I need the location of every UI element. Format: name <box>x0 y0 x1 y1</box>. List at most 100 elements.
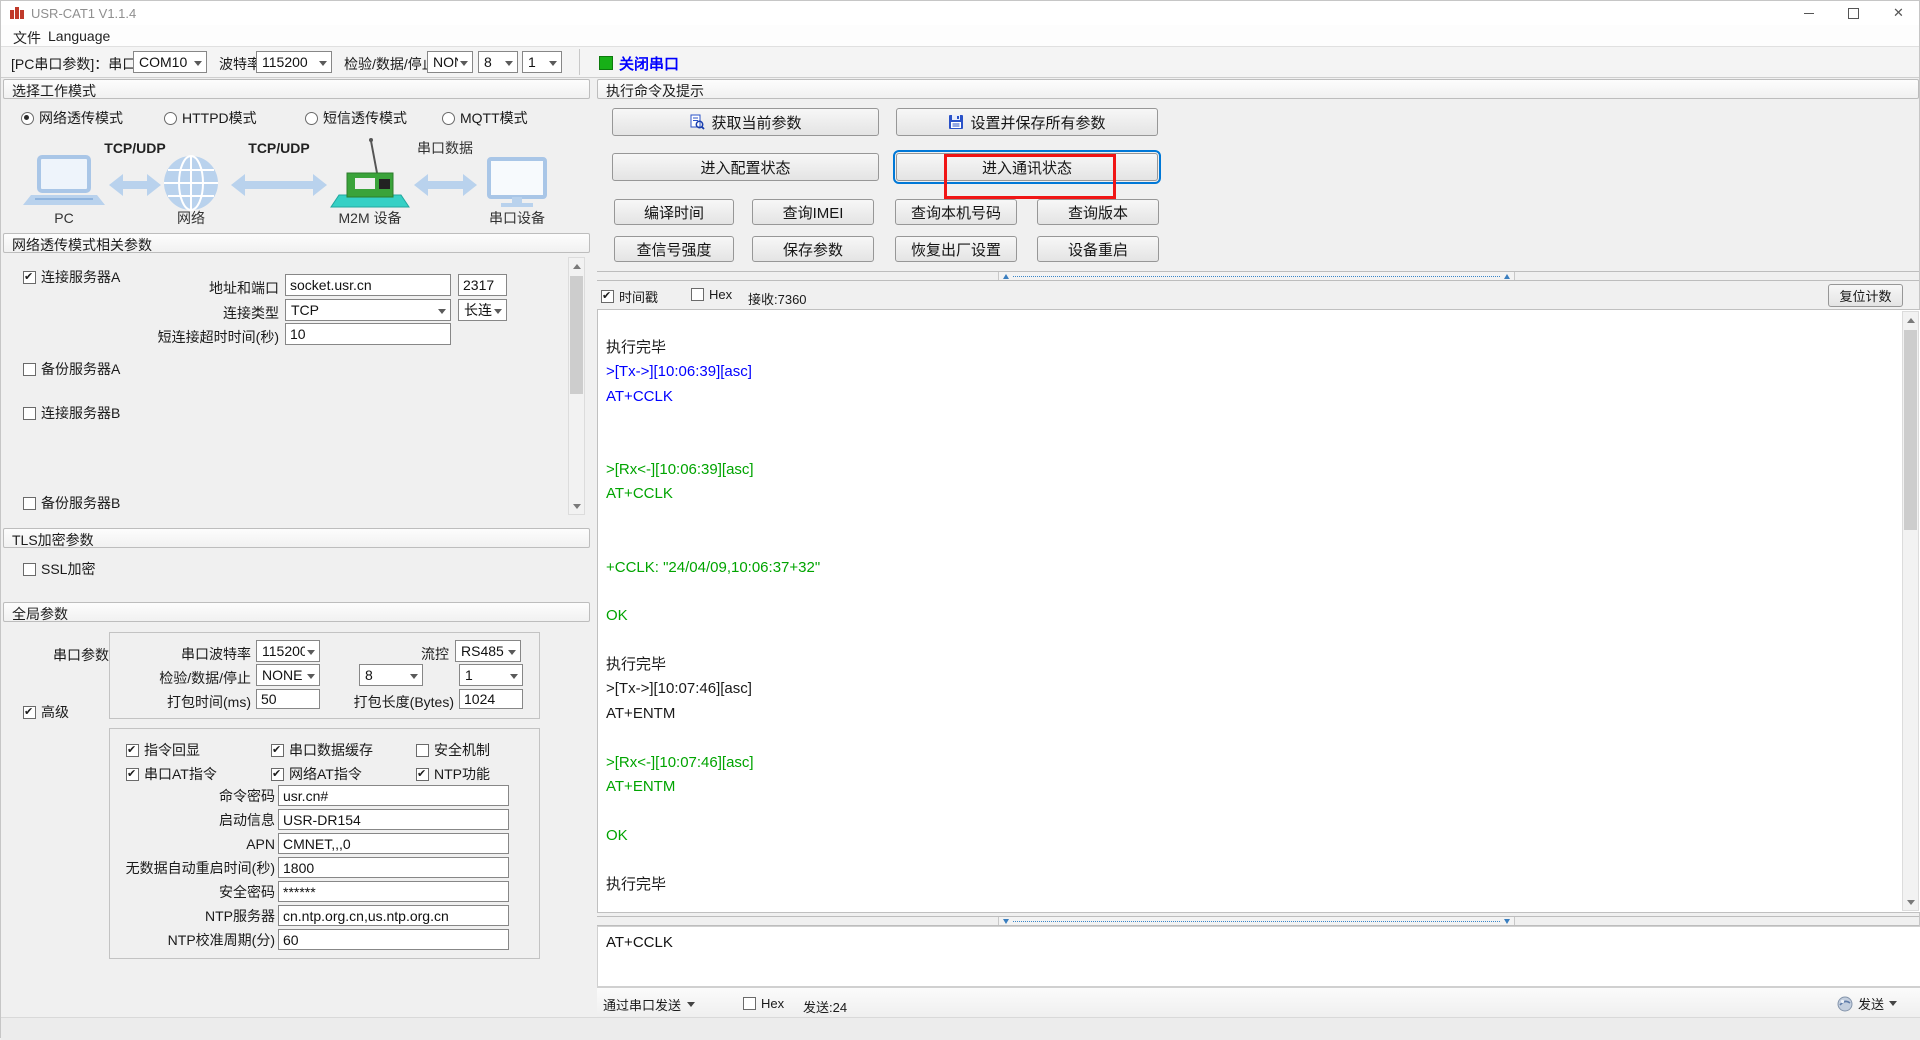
log-line: AT+CCLK <box>606 482 1896 506</box>
chevron-down-icon <box>194 61 202 70</box>
parity-select[interactable]: NONI <box>427 51 473 73</box>
serial-toolbar: [PC串口参数]：串口号 COM10 波特率 115200 检验/数据/停止 N… <box>1 47 1919 78</box>
short-timeout-input[interactable] <box>285 323 451 345</box>
close-button[interactable]: ✕ <box>1876 1 1920 25</box>
send-toolbar: 通过串口发送 Hex 发送:24 发送 <box>597 987 1920 1017</box>
scrollbar-thumb[interactable] <box>570 276 583 394</box>
mode-radio-sms-passthrough[interactable]: 短信透传模式 <box>305 108 407 128</box>
serial-device-monitor-icon <box>489 159 545 207</box>
log-line: >[Rx<-][10:07:46][asc] <box>606 751 1896 775</box>
g-data-bits-select[interactable]: 8 <box>359 664 423 686</box>
splitter-handle[interactable] <box>998 272 1515 280</box>
mode-radio-httpd[interactable]: HTTPD模式 <box>164 108 257 128</box>
field-row: 命令密码 <box>109 785 509 806</box>
g-parity-select[interactable]: NONE <box>256 664 320 686</box>
send-input-text: AT+CCLK <box>606 934 673 951</box>
cmd-echo-checkbox[interactable]: 指令回显 <box>126 740 200 760</box>
minimize-button[interactable] <box>1786 1 1831 25</box>
scroll-down-icon[interactable] <box>569 498 584 514</box>
auto-restart-input[interactable] <box>278 857 509 878</box>
data-bits-select[interactable]: 8 <box>478 51 518 73</box>
ssl-checkbox[interactable]: SSL加密 <box>23 559 95 579</box>
log-line <box>606 726 1896 750</box>
compile-time-button[interactable]: 编译时间 <box>614 199 734 225</box>
app-window: USR-CAT1 V1.1.4 ✕ 文件 Language [PC串口参数]：串… <box>0 0 1920 1038</box>
server-a-checkbox[interactable]: 连接服务器A <box>23 267 120 287</box>
field-label: APN <box>109 836 275 852</box>
com-port-select[interactable]: COM10 <box>133 51 207 73</box>
query-local-number-button[interactable]: 查询本机号码 <box>895 199 1017 225</box>
send-button[interactable]: 发送 <box>1837 994 1897 1013</box>
scrollbar-thumb[interactable] <box>1904 330 1917 530</box>
maximize-button[interactable] <box>1831 1 1876 25</box>
server-a-port-input[interactable] <box>458 274 507 296</box>
serial-cache-checkbox[interactable]: 串口数据缓存 <box>271 740 373 760</box>
ntp-checkbox[interactable]: NTP功能 <box>416 764 490 784</box>
factory-reset-button[interactable]: 恢复出厂设置 <box>895 236 1017 262</box>
serial-params-label: 串口参数 <box>31 645 109 665</box>
security-mech-checkbox[interactable]: 安全机制 <box>416 740 490 760</box>
scroll-up-icon[interactable] <box>569 258 584 274</box>
field-row: NTP服务器 <box>109 905 509 926</box>
conn-type-select[interactable]: TCP <box>285 299 451 321</box>
boot-message-input[interactable] <box>278 809 509 830</box>
topology-diagram: TCP/UDP TCP/UDP 串口数据 <box>9 129 584 231</box>
query-version-button[interactable]: 查询版本 <box>1037 199 1159 225</box>
log-line: >[Tx->][10:07:46][asc] <box>606 677 1896 701</box>
advanced-checkbox[interactable]: 高级 <box>23 702 69 722</box>
get-params-button[interactable]: 获取当前参数 <box>612 108 879 136</box>
send-hex-checkbox[interactable]: Hex <box>743 996 784 1011</box>
timestamp-checkbox[interactable]: 时间戳 <box>601 287 658 306</box>
toolbar-separator <box>579 49 580 75</box>
node-label: PC <box>54 210 73 226</box>
send-via-serial-dropdown[interactable]: 通过串口发送 <box>603 995 695 1014</box>
g-stop-bits-select[interactable]: 1 <box>459 664 523 686</box>
reset-count-button[interactable]: 复位计数 <box>1828 284 1903 307</box>
net-params-scrollbar[interactable] <box>568 257 585 515</box>
log-hex-checkbox[interactable]: Hex <box>691 287 732 302</box>
keep-type-select[interactable]: 长连 <box>458 299 507 321</box>
pack-len-input[interactable] <box>459 689 523 709</box>
apn-input[interactable] <box>278 833 509 854</box>
send-input-area[interactable]: AT+CCLK <box>597 926 1920 987</box>
set-save-params-button[interactable]: 设置并保存所有参数 <box>896 108 1158 136</box>
scroll-down-icon[interactable] <box>1903 894 1918 910</box>
device-restart-button[interactable]: 设备重启 <box>1037 236 1159 262</box>
save-params-button[interactable]: 保存参数 <box>752 236 874 262</box>
menu-file[interactable]: 文件 <box>13 28 41 48</box>
log-line: 执行完毕 <box>606 653 1896 677</box>
backup-b-checkbox[interactable]: 备份服务器B <box>23 493 120 513</box>
mode-radio-mqtt[interactable]: MQTT模式 <box>442 108 528 128</box>
query-signal-button[interactable]: 查信号强度 <box>614 236 734 262</box>
enter-config-button[interactable]: 进入配置状态 <box>612 153 879 181</box>
log-splitter-top[interactable] <box>597 271 1919 281</box>
red-highlight-box <box>944 154 1116 199</box>
g-baud-select[interactable]: 115200 <box>256 640 320 662</box>
mode-radio-net-passthrough[interactable]: 网络透传模式 <box>21 108 123 128</box>
ntp-period-input[interactable] <box>278 929 509 950</box>
flow-select[interactable]: RS485 <box>455 640 521 662</box>
log-line <box>606 434 1896 458</box>
security-password-input[interactable] <box>278 881 509 902</box>
server-a-address-input[interactable] <box>285 274 451 296</box>
cmd-password-input[interactable] <box>278 785 509 806</box>
net-at-checkbox[interactable]: 网络AT指令 <box>271 764 362 784</box>
scroll-up-icon[interactable] <box>1903 312 1918 328</box>
checkbox-icon <box>23 407 36 420</box>
floppy-disk-icon <box>948 114 964 130</box>
ntp-server-input[interactable] <box>278 905 509 926</box>
baud-select[interactable]: 115200 <box>256 51 332 73</box>
splitter-handle[interactable] <box>998 917 1515 925</box>
serial-at-checkbox[interactable]: 串口AT指令 <box>126 764 217 784</box>
backup-a-checkbox[interactable]: 备份服务器A <box>23 359 120 379</box>
field-label: 安全密码 <box>109 882 275 902</box>
log-splitter-bottom[interactable] <box>597 916 1919 926</box>
stop-bits-select[interactable]: 1 <box>522 51 562 73</box>
menu-language[interactable]: Language <box>48 28 110 44</box>
pack-time-input[interactable] <box>256 689 320 709</box>
log-scrollbar[interactable] <box>1902 311 1919 911</box>
query-imei-button[interactable]: 查询IMEI <box>752 199 874 225</box>
server-b-checkbox[interactable]: 连接服务器B <box>23 403 120 423</box>
collapse-down-icon <box>1504 919 1510 924</box>
close-port-button[interactable]: 关闭串口 <box>619 53 679 74</box>
